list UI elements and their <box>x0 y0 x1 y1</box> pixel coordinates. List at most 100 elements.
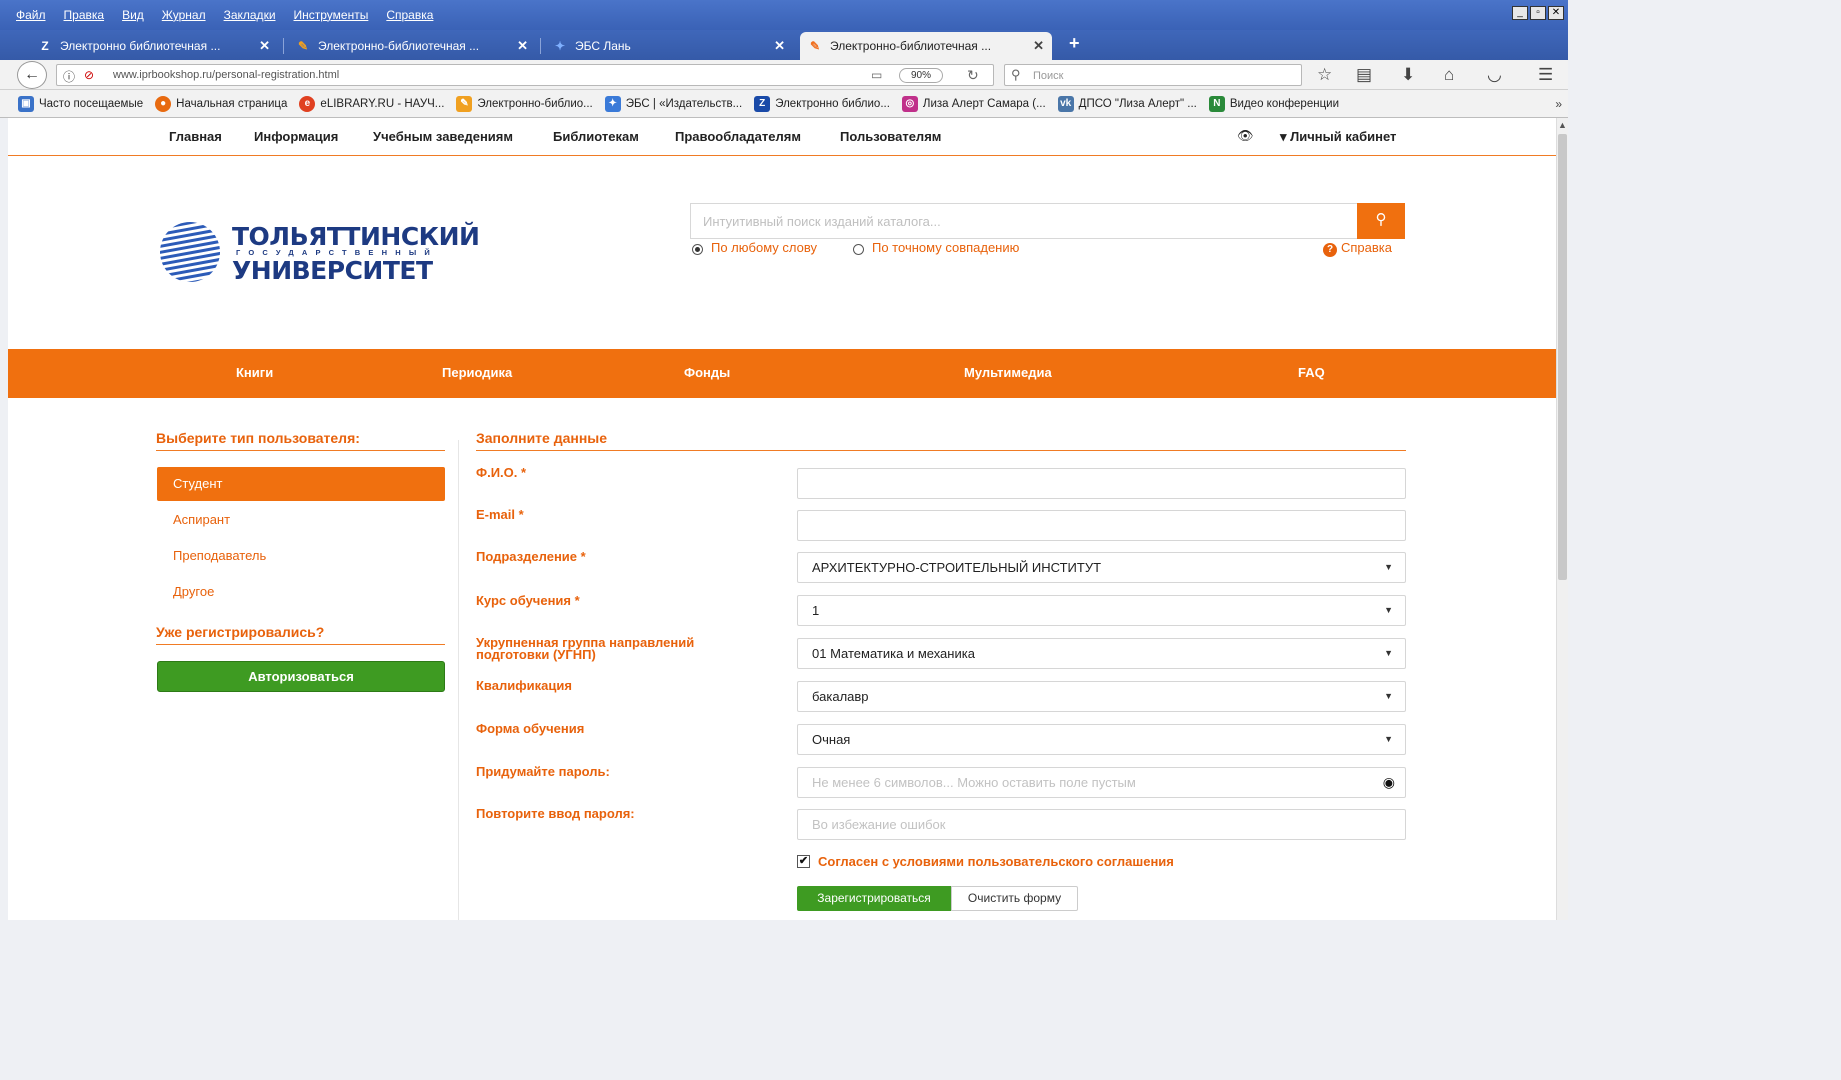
reader-view-icon[interactable]: ▭ <box>871 68 882 82</box>
ugnp-label: Укрупненная группа направлений подготовк… <box>476 636 694 661</box>
bookmark-item[interactable]: ▣ Часто посещаемые <box>18 95 143 112</box>
register-button[interactable]: Зарегистрироваться <box>797 886 951 911</box>
study-form-select[interactable]: Очная ▼ <box>797 724 1406 755</box>
menu-history[interactable]: Журнал <box>162 8 206 22</box>
menu-view[interactable]: Вид <box>122 8 144 22</box>
personal-cabinet-menu[interactable]: ▾ Личный кабинет <box>1280 129 1396 145</box>
accessibility-eye-icon[interactable]: 👁 <box>1237 128 1254 144</box>
bookmark-label: ДПСО "Лиза Алерт" ... <box>1078 97 1197 110</box>
radio-checked-icon[interactable] <box>692 244 703 255</box>
menu-bookmarks[interactable]: Закладки <box>224 8 276 22</box>
ugnp-select[interactable]: 01 Математика и механика ▼ <box>797 638 1406 669</box>
bookmarks-overflow-icon[interactable]: » <box>1555 97 1562 111</box>
catalog-search-input[interactable] <box>690 203 1358 239</box>
divider <box>156 450 445 451</box>
password-repeat-input[interactable]: Во избежание ошибок <box>797 809 1406 840</box>
bookmark-item[interactable]: ✎ Электронно-библио... <box>456 95 593 112</box>
scrollbar-thumb[interactable] <box>1558 134 1567 580</box>
authorize-button[interactable]: Авторизоваться <box>157 661 445 692</box>
home-icon[interactable]: ⌂ <box>1444 65 1454 85</box>
nav-info[interactable]: Информация <box>254 129 338 144</box>
column-divider <box>458 440 459 920</box>
menu-help[interactable]: Справка <box>386 8 433 22</box>
agreement-label[interactable]: Согласен с условиями пользовательского с… <box>818 854 1174 869</box>
course-select[interactable]: 1 ▼ <box>797 595 1406 626</box>
bookmark-item[interactable]: e eLIBRARY.RU - НАУЧ... <box>299 95 444 112</box>
email-input[interactable] <box>797 510 1406 541</box>
hamburger-menu-icon[interactable]: ☰ <box>1538 65 1553 85</box>
tab-pencil-icon: ✎ <box>297 39 309 53</box>
password-repeat-placeholder: Во избежание ошибок <box>812 817 946 832</box>
category-faq[interactable]: FAQ <box>1298 365 1325 380</box>
bookmark-item[interactable]: Z Электронно библио... <box>754 95 890 112</box>
menu-file[interactable]: Файл <box>16 8 46 22</box>
reload-icon[interactable]: ↻ <box>967 67 979 84</box>
maximize-button[interactable]: ▫ <box>1530 6 1546 20</box>
tab-close-icon[interactable]: ✕ <box>1033 38 1044 54</box>
user-type-student[interactable]: Студент <box>157 467 445 501</box>
user-type-other[interactable]: Другое <box>157 575 445 609</box>
nav-libraries[interactable]: Библиотекам <box>553 129 639 144</box>
nav-institutions[interactable]: Учебным заведениям <box>373 129 513 144</box>
division-select[interactable]: АРХИТЕКТУРНО-СТРОИТЕЛЬНЫЙ ИНСТИТУТ ▼ <box>797 552 1406 583</box>
info-icon[interactable]: ⓘ <box>63 68 75 85</box>
category-funds[interactable]: Фонды <box>684 365 730 380</box>
address-bar[interactable]: ⓘ ⊘ www.iprbookshop.ru/personal-registra… <box>56 64 994 86</box>
university-logo[interactable]: ТОЛЬЯТТИНСКИЙ ГОСУДАРСТВЕННЫЙ УНИВЕРСИТЕ… <box>156 218 488 286</box>
close-window-button[interactable]: ✕ <box>1548 6 1564 20</box>
radio-unchecked-icon[interactable] <box>853 244 864 255</box>
pocket-icon[interactable]: ◡ <box>1487 65 1502 85</box>
bookmark-item[interactable]: N Видео конференции <box>1208 95 1339 112</box>
division-value: АРХИТЕКТУРНО-СТРОИТЕЛЬНЫЙ ИНСТИТУТ <box>812 560 1102 575</box>
category-multimedia[interactable]: Мультимедиа <box>964 365 1052 380</box>
tab-close-icon[interactable]: ✕ <box>259 38 270 54</box>
bookmark-item[interactable]: ● Начальная страница <box>155 95 288 112</box>
category-periodicals[interactable]: Периодика <box>442 365 512 380</box>
tab-z-icon: Z <box>41 39 49 53</box>
nav-rightholders[interactable]: Правообладателям <box>675 129 801 144</box>
url-text[interactable]: www.iprbookshop.ru/personal-registration… <box>113 69 339 81</box>
back-arrow-icon[interactable]: ← <box>17 61 47 89</box>
user-type-teacher[interactable]: Преподаватель <box>157 539 445 573</box>
fio-input[interactable] <box>797 468 1406 499</box>
zoom-indicator[interactable]: 90% <box>899 68 943 83</box>
insecure-lock-icon[interactable]: ⊘ <box>84 68 94 82</box>
tab-close-icon[interactable]: ✕ <box>774 38 785 54</box>
clear-form-button[interactable]: Очистить форму <box>951 886 1078 911</box>
email-label: E-mail * <box>476 507 524 522</box>
browser-search-box[interactable]: ⚲ Поиск <box>1004 64 1302 86</box>
search-mode-exact[interactable]: По точному совпадению <box>853 240 1019 255</box>
category-books[interactable]: Книги <box>236 365 273 380</box>
bookmark-star-icon[interactable]: ☆ <box>1317 65 1332 85</box>
tab-4-active[interactable]: ✎ Электронно-библиотечная ... ✕ <box>800 32 1052 60</box>
category-nav: Книги Периодика Фонды Мультимедиа FAQ <box>8 349 1556 398</box>
page-scrollbar[interactable]: ▲ <box>1556 118 1568 920</box>
bookmark-item[interactable]: ◎ Лиза Алерт Самара (... <box>901 95 1046 112</box>
checkbox-checked-icon[interactable]: ✔ <box>797 855 810 868</box>
agreement-checkbox-row[interactable]: ✔ Согласен с условиями пользовательского… <box>797 854 1174 869</box>
tab-2[interactable]: ✎ Электронно-библиотечная ... ✕ <box>288 32 536 60</box>
new-tab-button[interactable]: + <box>1069 33 1080 54</box>
tab-1[interactable]: Z Электронно библиотечная ... ✕ <box>30 32 278 60</box>
tab-title: Электронно библиотечная ... <box>60 39 221 53</box>
minimize-button[interactable]: _ <box>1512 6 1528 20</box>
search-mode-any[interactable]: По любому слову <box>692 240 817 255</box>
bookmark-item[interactable]: ✦ ЭБС | «Издательств... <box>604 95 742 112</box>
nav-home[interactable]: Главная <box>169 129 222 144</box>
menu-tools[interactable]: Инструменты <box>294 8 369 22</box>
menu-edit[interactable]: Правка <box>64 8 105 22</box>
password-input[interactable]: Не менее 6 символов... Можно оставить по… <box>797 767 1406 798</box>
bookmark-label: Начальная страница <box>176 97 288 110</box>
bookmarks-list-icon[interactable]: ▤ <box>1356 65 1372 85</box>
help-link[interactable]: ? Справка <box>1323 240 1392 257</box>
search-button[interactable]: ⚲ <box>1357 203 1405 239</box>
tab-close-icon[interactable]: ✕ <box>517 38 528 54</box>
show-password-eye-icon[interactable]: ◉ <box>1383 768 1395 797</box>
bookmark-item[interactable]: vk ДПСО "Лиза Алерт" ... <box>1057 95 1197 112</box>
download-icon[interactable]: ⬇ <box>1401 65 1415 85</box>
scroll-up-icon[interactable]: ▲ <box>1558 120 1567 130</box>
user-type-postgraduate[interactable]: Аспирант <box>157 503 445 537</box>
qualification-select[interactable]: бакалавр ▼ <box>797 681 1406 712</box>
tab-3[interactable]: ✦ ЭБС Лань ✕ <box>545 32 793 60</box>
nav-users[interactable]: Пользователям <box>840 129 941 144</box>
